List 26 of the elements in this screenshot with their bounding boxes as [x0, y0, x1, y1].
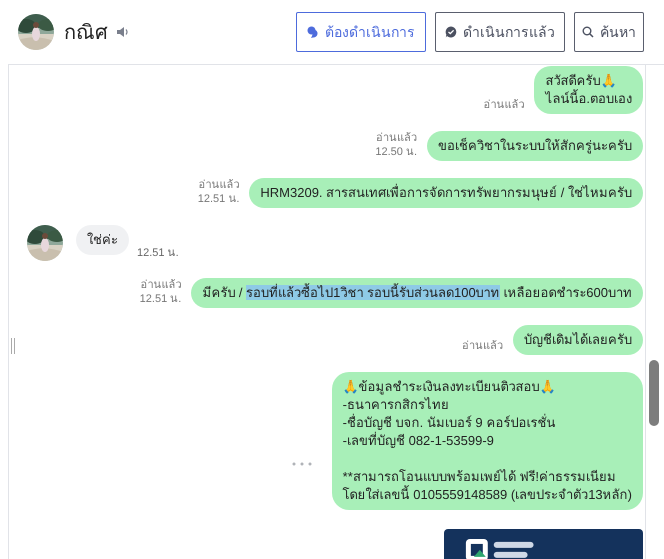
search-icon	[582, 26, 594, 38]
read-status: อ่านแล้ว	[483, 98, 524, 112]
message-time: 12.51 น.	[198, 192, 240, 206]
resize-handle[interactable]	[11, 338, 15, 354]
contact-name: กณิศ	[64, 21, 108, 46]
read-status: อ่านแล้ว	[198, 178, 240, 192]
message-bubble: ใช่ค่ะ	[76, 225, 129, 255]
search-button[interactable]: ค้นหา	[574, 12, 644, 52]
read-status: อ่านแล้ว	[462, 339, 503, 353]
chat-bubbles-icon	[307, 26, 319, 38]
check-bubble-icon	[445, 26, 457, 38]
message-bubble: สวัสดีครับ🙏 ไลน์นี้อ.ตอบเอง	[534, 66, 643, 114]
message-bubble: บัญชีเดิมได้เลยครับ	[513, 325, 643, 355]
speaker-icon[interactable]	[116, 26, 130, 38]
action-tab[interactable]: ต้องดำเนินการ	[296, 12, 426, 52]
read-status: อ่านแล้ว	[140, 278, 182, 292]
read-status: อ่านแล้ว	[376, 131, 417, 145]
scrollbar-thumb[interactable]	[649, 360, 659, 426]
message-time: 12.50 น.	[375, 145, 417, 159]
message-time: 12.51 น.	[140, 292, 182, 306]
message-bubble: 🙏ข้อมูลชำระเงินลงทะเบียนติวสอบ🙏 -ธนาคารกสิกรไทย -ชื่อบัญชี บจก. นัมเบอร์ 9 คอร์ปอเรชั่น -เลขที่บัญชี 082-1-53599-9 **สามารถโอนแบบพร้อมเพย์ได้ ฟรี!ค่าธรรมเนียม โดยใส่เลขนี้ 0105559148589 (เลขประจำตัว13หลัก)	[332, 372, 643, 510]
action-tab[interactable]: ดำเนินการแล้ว	[435, 12, 565, 52]
message-time: 12.51 น.	[137, 246, 179, 261]
message-bubble: HRM3209. สารสนเทศเพื่อการจัดการทรัพยากรมนุษย์ / ใช่ไหมครับ	[249, 178, 643, 208]
message-bubble: มีครับ / รอบที่แล้วซื้อไป1วิชา รอบนี้รับส่วนลด100บาท เหลือยอดชำระ600บาท	[191, 278, 643, 308]
message-bubble: ขอเช็ควิชาในระบบให้สักครู่นะครับ	[427, 131, 643, 161]
